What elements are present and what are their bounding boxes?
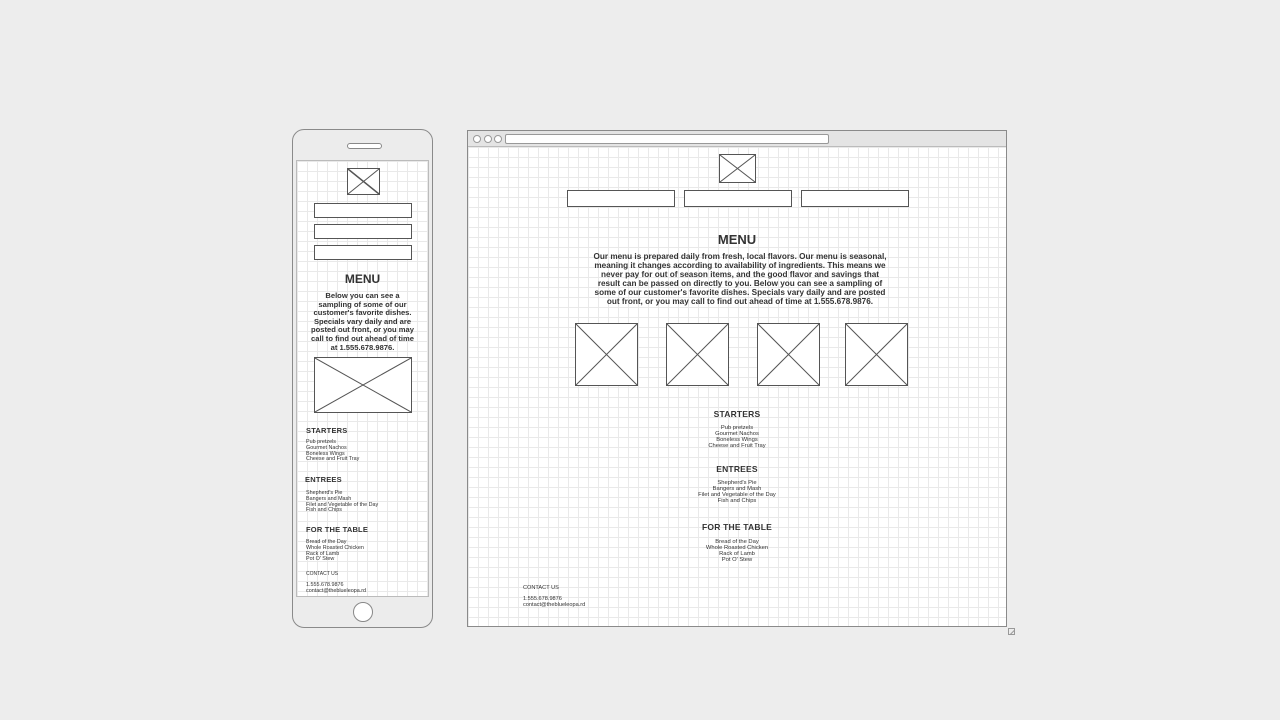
for-the-table-list: Bread of the Day Whole Roasted Chicken R… [306, 539, 364, 563]
list-item: Pot O' Stew [306, 556, 335, 563]
dish-image-placeholder-2 [666, 323, 729, 386]
intro-text: Below you can see a sampling of some of … [311, 291, 414, 352]
section-heading-entrees: ENTREES [305, 475, 342, 484]
section-heading-starters: STARTERS [306, 426, 348, 435]
list-item: Fish and Chips [717, 497, 757, 504]
window-maximize-dot[interactable] [494, 135, 502, 143]
nav-button-1[interactable] [314, 203, 412, 218]
logo-placeholder [347, 168, 380, 195]
browser-mockup: MENU Our menu is prepared daily from fre… [467, 130, 1007, 627]
contact-info: 1.555.678.9876 contact@theblueleopa.rd [523, 596, 585, 608]
logo-placeholder [719, 154, 756, 183]
starters-list: Pub pretzels Gourmet Nachos Boneless Win… [306, 439, 360, 463]
section-heading-for-the-table: FOR THE TABLE [306, 525, 369, 534]
contact-heading: CONTACT US [306, 571, 339, 577]
section-heading-entrees: ENTREES [716, 464, 758, 474]
dish-image-placeholder-3 [757, 323, 820, 386]
nav-button-3[interactable] [801, 190, 909, 207]
contact-email[interactable]: contact@theblueleopa.rd [306, 588, 366, 595]
nav-button-1[interactable] [567, 190, 675, 207]
browser-toolbar [468, 131, 1006, 147]
nav-button-2[interactable] [314, 224, 412, 239]
resize-handle-icon[interactable] [1008, 628, 1015, 635]
home-button[interactable] [353, 602, 373, 622]
dish-image-placeholder-4 [845, 323, 908, 386]
window-close-dot[interactable] [473, 135, 481, 143]
phone-screen: MENU Below you can see a sampling of som… [296, 160, 429, 597]
list-item: Fish and Chips [306, 507, 342, 514]
page-title: MENU [344, 272, 381, 286]
window-minimize-dot[interactable] [484, 135, 492, 143]
browser-viewport: MENU Our menu is prepared daily from fre… [468, 147, 1006, 626]
nav-button-2[interactable] [684, 190, 792, 207]
starters-list: Pub pretzels Gourmet Nachos Boneless Win… [468, 425, 1006, 450]
contact-heading: CONTACT US [523, 585, 559, 591]
list-item: Cheese and Fruit Tray [306, 456, 360, 463]
list-item: Pot O' Stew [721, 556, 753, 563]
contact-info: 1.555.678.9876 contact@theblueleopa.rd [306, 582, 366, 595]
entrees-list: Shepherd's Pie Bangers and Mash Filet an… [468, 480, 1006, 505]
intro-text: Our menu is prepared daily from fresh, l… [593, 252, 887, 306]
phone-mockup: MENU Below you can see a sampling of som… [292, 129, 433, 628]
list-item: Cheese and Fruit Tray [708, 442, 766, 449]
contact-email[interactable]: contact@theblueleopa.rd [523, 602, 585, 608]
address-bar[interactable] [505, 134, 829, 144]
phone-speaker [347, 143, 382, 149]
dish-image-placeholder-1 [575, 323, 638, 386]
section-heading-starters: STARTERS [713, 409, 761, 419]
section-heading-for-the-table: FOR THE TABLE [702, 522, 772, 532]
entrees-list: Shepherd's Pie Bangers and Mash Filet an… [306, 490, 378, 514]
nav-button-3[interactable] [314, 245, 412, 260]
page-title: MENU [717, 232, 757, 247]
hero-image-placeholder [314, 357, 412, 413]
for-the-table-list: Bread of the Day Whole Roasted Chicken R… [468, 539, 1006, 564]
